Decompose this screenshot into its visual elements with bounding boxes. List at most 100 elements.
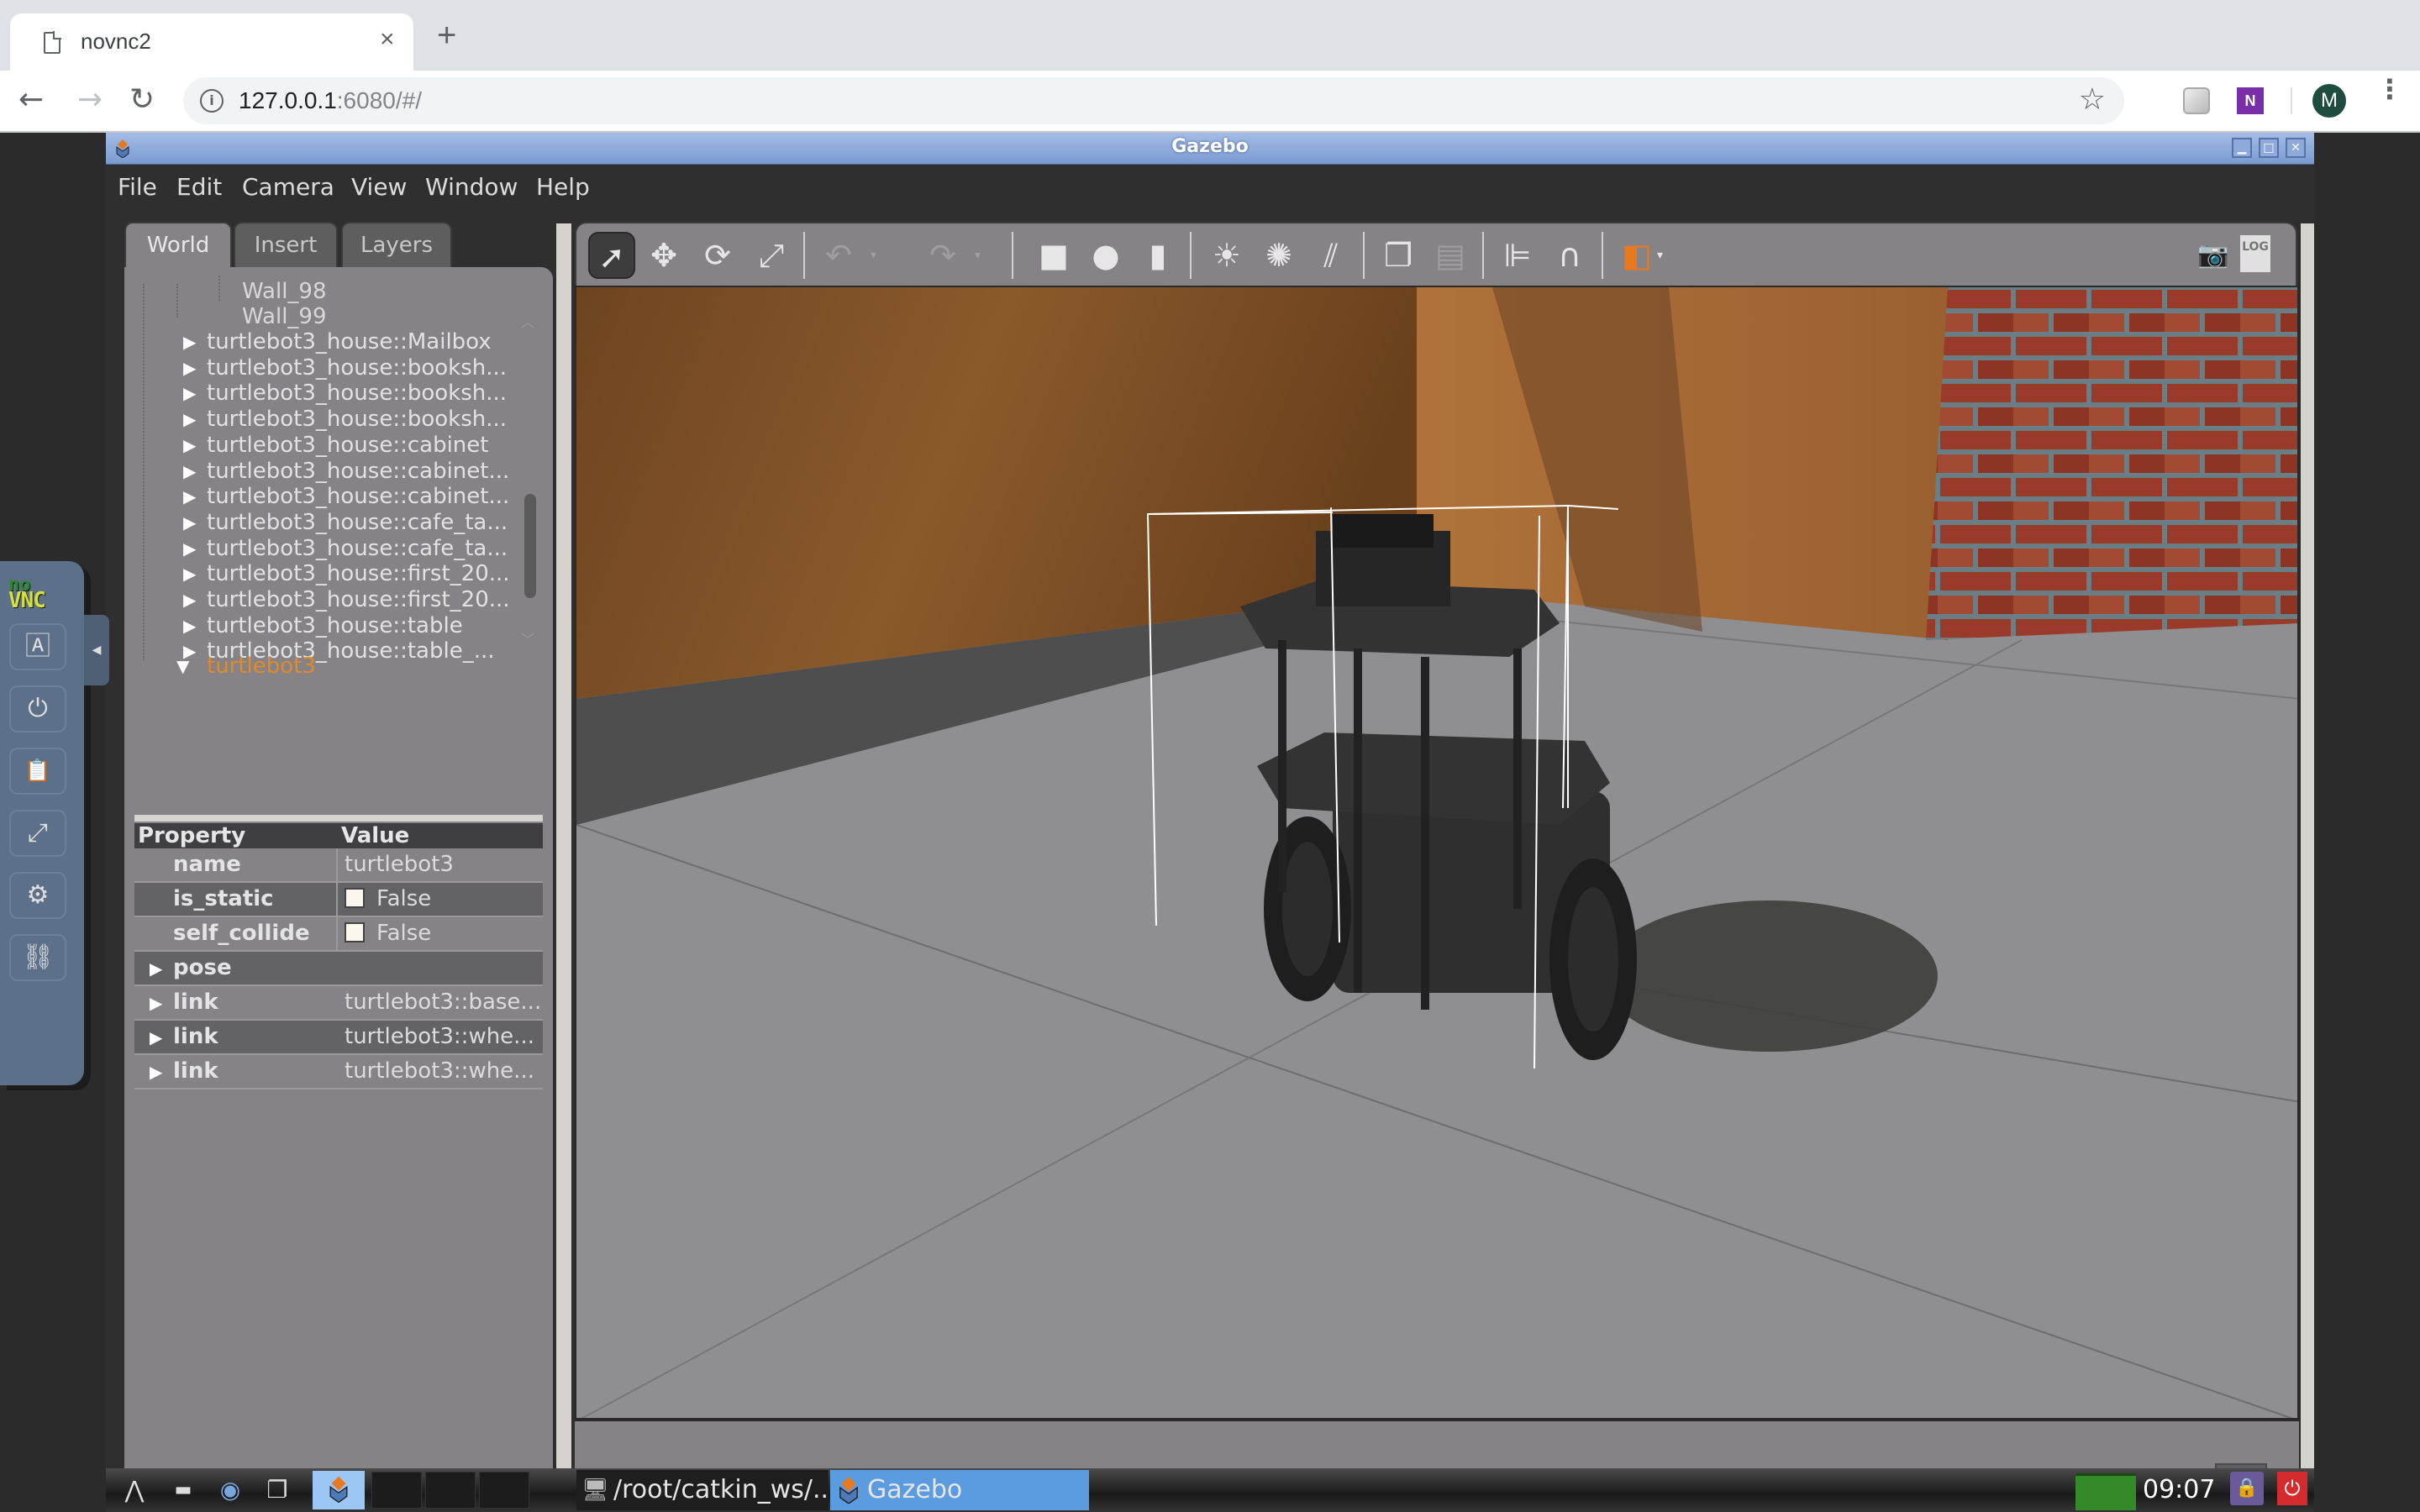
collapsed-arrow-icon[interactable]: ▶ [183, 590, 196, 610]
desktop-4[interactable] [479, 1472, 529, 1509]
disconnect-icon[interactable]: ⛓ [9, 934, 66, 981]
collapsed-arrow-icon[interactable]: ▶ [183, 512, 196, 533]
menu-camera[interactable]: Camera [242, 173, 334, 201]
address-bar[interactable]: i 127.0.0.1:6080/#/ ☆ [183, 77, 2124, 124]
power-icon[interactable]: ⏻ [9, 685, 66, 732]
property-row-is-static[interactable]: is_static False [134, 883, 543, 917]
menu-file[interactable]: File [118, 173, 157, 201]
desktop-2[interactable] [371, 1472, 422, 1509]
property-value[interactable]: turtlebot3::whe... [345, 1024, 534, 1049]
align-button[interactable]: ⊫ [1494, 232, 1541, 279]
logout-power-icon[interactable]: ⏻ [2277, 1472, 2307, 1505]
view-angle-button[interactable]: ◧ [1613, 232, 1660, 279]
expand-arrow-icon[interactable]: ▶ [150, 993, 162, 1013]
forward-arrow-icon[interactable]: → [77, 82, 103, 117]
view-angle-dropdown-icon[interactable]: ▾ [1657, 249, 1663, 262]
collapsed-arrow-icon[interactable]: ▶ [183, 383, 196, 403]
property-value[interactable]: turtlebot3::base... [345, 990, 541, 1015]
extension-cube-icon[interactable] [2183, 87, 2210, 114]
spot-light-button[interactable]: ✺ [1255, 232, 1302, 279]
directional-light-button[interactable]: ⫽ [1307, 232, 1355, 279]
novnc-bar-handle[interactable]: ◀ [84, 615, 109, 685]
expanded-arrow-icon[interactable]: ▼ [176, 656, 189, 676]
collapsed-arrow-icon[interactable]: ▶ [183, 409, 196, 429]
maximize-button[interactable]: □ [2259, 138, 2279, 158]
snap-button[interactable]: ∩ [1546, 232, 1593, 279]
redo-button[interactable]: ↷ [919, 232, 966, 279]
scale-mode-button[interactable]: ⤢ [748, 232, 795, 279]
tab-layers[interactable]: Layers [341, 222, 452, 269]
tab-world[interactable]: World [124, 222, 232, 272]
expand-arrow-icon[interactable]: ▶ [150, 1062, 162, 1082]
close-button[interactable]: ✕ [2286, 138, 2306, 158]
property-splitter[interactable] [134, 815, 543, 822]
property-row-name[interactable]: name turtlebot3 [134, 848, 543, 883]
point-light-button[interactable]: ☀ [1203, 232, 1250, 279]
right-panel-splitter[interactable] [2299, 223, 2314, 1512]
task-terminal[interactable]: 🖥 /root/catkin_ws/... [576, 1470, 829, 1510]
translate-mode-button[interactable]: ✥ [640, 232, 687, 279]
property-row-link[interactable]: ▶ link turtlebot3::whe... [134, 1021, 543, 1055]
menu-window[interactable]: Window [425, 173, 518, 201]
start-menu-icon[interactable]: ⋀ [118, 1473, 151, 1507]
collapsed-arrow-icon[interactable]: ▶ [183, 435, 196, 455]
undo-button[interactable]: ↶ [815, 232, 862, 279]
sphere-shape-button[interactable]: ● [1082, 232, 1129, 279]
property-value[interactable]: turtlebot3::whe... [345, 1058, 534, 1084]
menu-help[interactable]: Help [536, 173, 590, 201]
desktop-1-gazebo-icon[interactable] [313, 1471, 365, 1509]
property-row-link[interactable]: ▶ link turtlebot3::whe... [134, 1055, 543, 1089]
collapsed-arrow-icon[interactable]: ▶ [183, 486, 196, 507]
keyboard-icon[interactable]: 🄰 [9, 623, 66, 670]
tree-scrollbar[interactable] [524, 494, 536, 598]
terminal-launcher-icon[interactable]: ▬ [166, 1473, 200, 1507]
menu-edit[interactable]: Edit [176, 173, 222, 201]
left-panel-splitter[interactable] [555, 223, 573, 1512]
expand-arrow-icon[interactable]: ▶ [150, 1027, 162, 1047]
clock[interactable]: 09:07 [2143, 1473, 2215, 1507]
clipboard-icon[interactable]: 📋 [9, 748, 66, 795]
expand-arrow-icon[interactable]: ▶ [150, 958, 162, 979]
settings-gear-icon[interactable]: ⚙ [9, 872, 66, 919]
back-arrow-icon[interactable]: ← [18, 82, 44, 117]
windows-switcher-icon[interactable]: ❐ [260, 1473, 294, 1507]
select-mode-button[interactable]: ➚ [588, 232, 635, 279]
copy-button[interactable]: ❐ [1375, 232, 1422, 279]
3d-viewport[interactable] [575, 286, 2299, 1420]
scene-render[interactable] [576, 287, 2299, 1420]
tab-insert[interactable]: Insert [234, 222, 338, 269]
menu-view[interactable]: View [351, 173, 407, 201]
cylinder-shape-button[interactable]: ▮ [1134, 232, 1181, 279]
checkbox[interactable] [345, 888, 365, 908]
site-info-icon[interactable]: i [200, 89, 224, 113]
scroll-up-icon[interactable]: ︿ [521, 311, 534, 331]
reload-icon[interactable]: ↻ [129, 82, 155, 117]
minimize-button[interactable]: ▁ [2232, 138, 2252, 158]
screenshot-button[interactable]: 📷 [2190, 232, 2237, 279]
task-gazebo[interactable]: Gazebo [830, 1470, 1089, 1510]
collapsed-arrow-icon[interactable]: ▶ [183, 461, 196, 481]
property-row-pose[interactable]: ▶ pose [134, 952, 543, 986]
url-text[interactable]: 127.0.0.1:6080/#/ [239, 87, 422, 114]
redo-dropdown-icon[interactable]: ▾ [975, 249, 981, 262]
tab-close-icon[interactable]: × [380, 25, 395, 54]
property-row-link[interactable]: ▶ link turtlebot3::base... [134, 986, 543, 1021]
collapsed-arrow-icon[interactable]: ▶ [183, 538, 196, 559]
lock-screen-icon[interactable]: 🔒 [2230, 1472, 2264, 1505]
collapsed-arrow-icon[interactable]: ▶ [183, 358, 196, 378]
browser-menu-icon[interactable]: ⋮ [2376, 76, 2403, 102]
fullscreen-icon[interactable]: ⤢ [9, 810, 66, 857]
collapsed-arrow-icon[interactable]: ▶ [183, 564, 196, 584]
profile-avatar[interactable]: M [2312, 84, 2346, 118]
property-value[interactable]: turtlebot3 [345, 852, 454, 877]
log-button[interactable]: LOG [2240, 235, 2270, 272]
bookmark-star-icon[interactable]: ☆ [2079, 82, 2106, 117]
collapsed-arrow-icon[interactable]: ▶ [183, 332, 196, 352]
paste-button[interactable]: ▤ [1427, 232, 1474, 279]
desktop-3[interactable] [425, 1472, 476, 1509]
collapsed-arrow-icon[interactable]: ▶ [183, 616, 196, 636]
box-shape-button[interactable]: ■ [1030, 232, 1077, 279]
property-row-self-collide[interactable]: self_collide False [134, 917, 543, 952]
browser-launcher-icon[interactable]: ◉ [213, 1473, 247, 1507]
undo-dropdown-icon[interactable]: ▾ [871, 249, 876, 262]
